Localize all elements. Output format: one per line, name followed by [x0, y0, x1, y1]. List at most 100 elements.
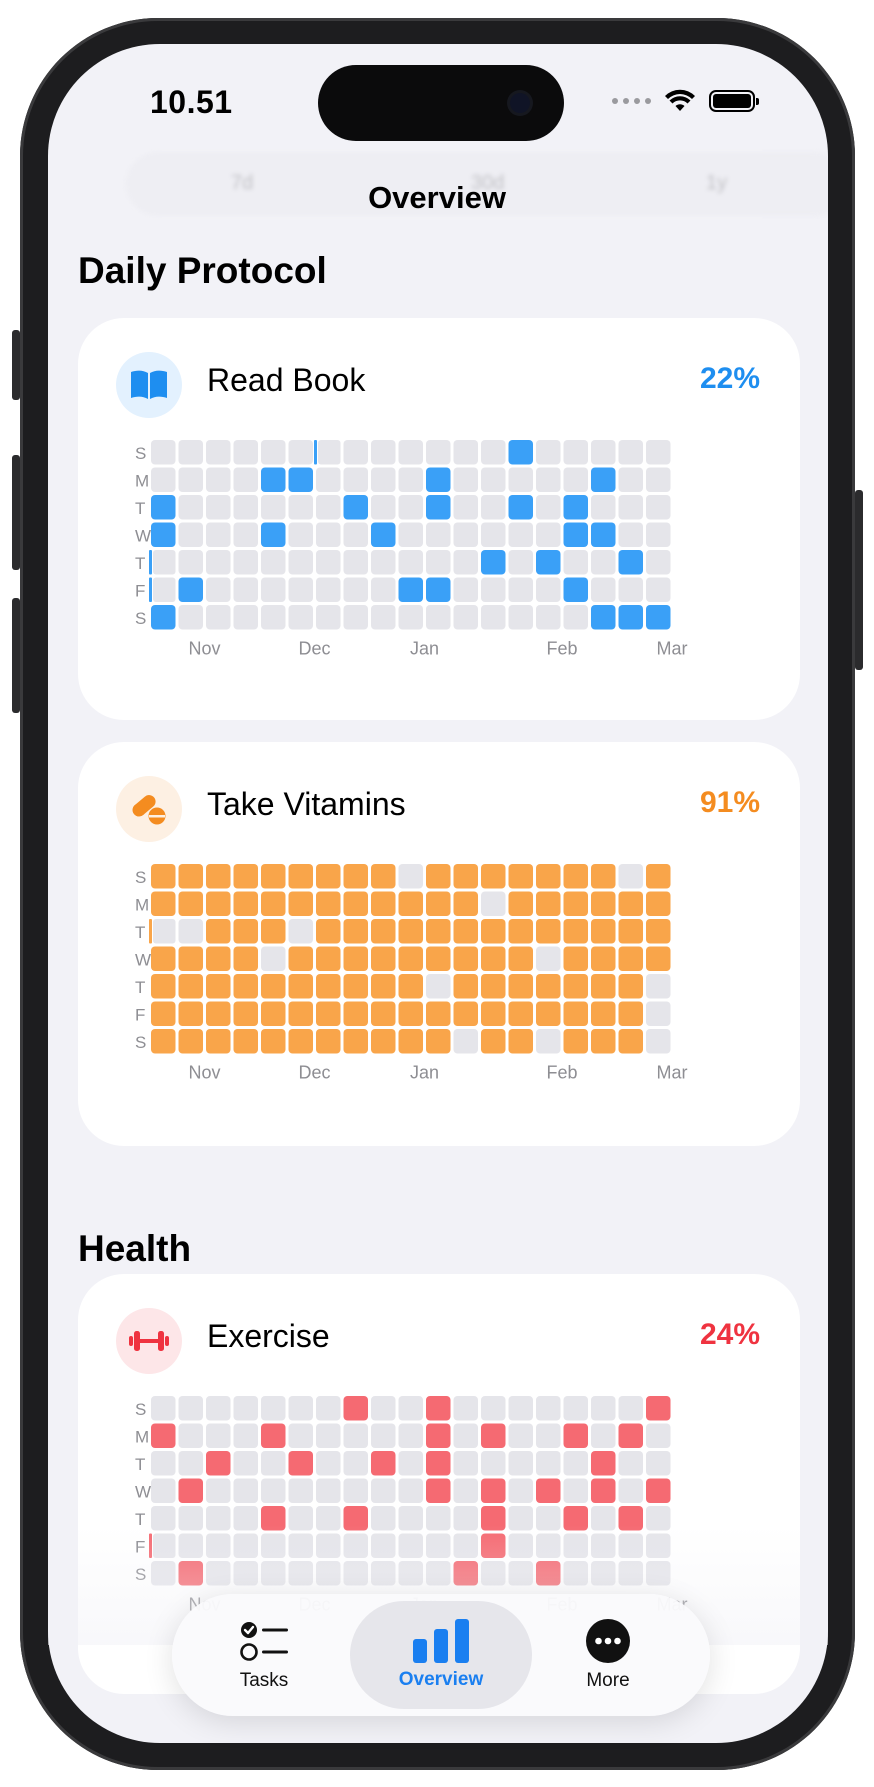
dumbbell-icon	[116, 1308, 182, 1374]
heatmap-cell	[261, 946, 286, 971]
heatmap-cell	[591, 550, 616, 575]
heatmap-cell	[618, 440, 643, 465]
heatmap-cell	[508, 467, 533, 492]
heatmap-cell	[261, 440, 286, 465]
heatmap-cell	[618, 1561, 643, 1586]
habit-percent: 91%	[699, 786, 760, 819]
heatmap-cell-done	[288, 467, 313, 492]
heatmap-cell	[426, 440, 451, 465]
battery-icon	[709, 90, 759, 112]
heatmap-cell	[398, 522, 423, 547]
heatmap-cell	[481, 1561, 506, 1586]
heatmap-cell-done	[453, 1001, 478, 1026]
pills-icon	[116, 776, 182, 842]
heatmap-cell-done	[261, 1001, 286, 1026]
day-label: T	[135, 499, 145, 518]
heatmap-cell-done	[426, 1001, 451, 1026]
heatmap-cell	[508, 1561, 533, 1586]
heatmap-cell-done	[151, 1001, 176, 1026]
habit-card-take-vitamins[interactable]: Take Vitamins 91% S M T W T F S Nov Dec Jan Feb Mar	[78, 742, 800, 1146]
heatmap-cell-done	[343, 1506, 368, 1531]
day-label: T	[135, 554, 145, 573]
heatmap-cell	[316, 1533, 341, 1558]
heatmap-cell	[261, 1396, 286, 1421]
heatmap-cell	[371, 1423, 396, 1448]
heatmap-cell	[453, 1478, 478, 1503]
heatmap-cell	[261, 1561, 286, 1586]
heatmap-cell-done	[618, 1001, 643, 1026]
heatmap-cell	[206, 1506, 231, 1531]
heatmap-cell-done	[536, 919, 561, 944]
heatmap-cell	[453, 1451, 478, 1476]
heatmap-cell	[178, 495, 203, 520]
tab-tasks[interactable]: Tasks	[212, 1594, 316, 1716]
heatmap-cell-done	[233, 974, 258, 999]
heatmap-cell	[261, 550, 286, 575]
heatmap-cell-done	[371, 864, 396, 889]
heatmap-cell-edge	[149, 919, 152, 944]
heatmap-cell	[618, 522, 643, 547]
tab-label-overview: Overview	[398, 1669, 484, 1690]
heatmap-cell	[316, 467, 341, 492]
heatmap-cell	[536, 1506, 561, 1531]
heatmap-cell	[178, 605, 203, 630]
heatmap-cell-done	[508, 1001, 533, 1026]
heatmap-cell	[316, 1423, 341, 1448]
heatmap-cell-done	[646, 891, 671, 916]
heatmap-cell-done	[316, 1001, 341, 1026]
heatmap-cell-done	[453, 946, 478, 971]
heatmap-cell-done	[481, 1506, 506, 1531]
front-camera	[510, 93, 530, 113]
day-label: S	[135, 609, 146, 628]
heatmap-cell	[233, 1533, 258, 1558]
heatmap-cell-done	[618, 1029, 643, 1054]
habit-card-read-book[interactable]: Read Book 22% S M T W T F S Nov Dec Jan Feb Mar	[78, 318, 800, 720]
heatmap-cell	[343, 1478, 368, 1503]
heatmap-cell-done	[343, 1029, 368, 1054]
book-icon	[116, 352, 182, 418]
heatmap-cell	[151, 1561, 176, 1586]
heatmap-cell-done	[288, 1451, 313, 1476]
heatmap-cell	[371, 467, 396, 492]
heatmap-cell-done	[233, 1029, 258, 1054]
heatmap-cell	[288, 522, 313, 547]
heatmap-cell-done	[398, 891, 423, 916]
heatmap-cell-done	[288, 946, 313, 971]
heatmap-cell-done	[618, 946, 643, 971]
tab-label-tasks: Tasks	[239, 1670, 289, 1691]
day-label: W	[135, 527, 151, 546]
heatmap-cell	[398, 550, 423, 575]
heatmap-cell-edge	[149, 550, 152, 575]
heatmap-cell	[288, 1423, 313, 1448]
heatmap-cell	[481, 522, 506, 547]
heatmap-cell-done	[343, 946, 368, 971]
heatmap-cell-done	[563, 946, 588, 971]
section-title-health: Health	[78, 1228, 192, 1269]
heatmap-cell-done	[508, 891, 533, 916]
heatmap-cell-done	[426, 891, 451, 916]
heatmap-cell	[398, 864, 423, 889]
heatmap-cell-done	[206, 1029, 231, 1054]
day-label: S	[135, 1033, 146, 1052]
tab-overview[interactable]: Overview	[372, 1594, 510, 1716]
heatmap-cell	[563, 1396, 588, 1421]
volume-down-button	[12, 598, 20, 713]
heatmap-cell	[343, 1561, 368, 1586]
heatmap-cell	[426, 1533, 451, 1558]
heatmap-cell	[591, 1396, 616, 1421]
heatmap-cell-done	[316, 891, 341, 916]
heatmap-cell-done	[206, 919, 231, 944]
heatmap-cell	[618, 1478, 643, 1503]
tab-more[interactable]: More	[556, 1594, 660, 1716]
heatmap-cell-done	[178, 891, 203, 916]
heatmap-cell	[206, 577, 231, 602]
heatmap-cell	[178, 1451, 203, 1476]
heatmap-cell	[206, 1396, 231, 1421]
heatmap-cell	[316, 522, 341, 547]
heatmap-cell	[233, 1506, 258, 1531]
heatmap-cell	[151, 467, 176, 492]
heatmap-cell-done	[426, 946, 451, 971]
heatmap-cell	[233, 1478, 258, 1503]
heatmap-cell-done	[481, 1001, 506, 1026]
heatmap-cell-done	[591, 522, 616, 547]
